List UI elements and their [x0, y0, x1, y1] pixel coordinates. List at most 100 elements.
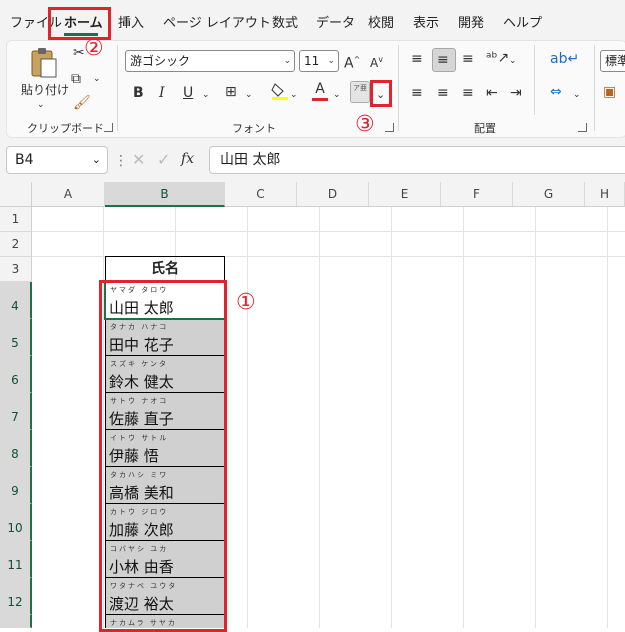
- group-separator: [398, 45, 399, 131]
- decrease-font-size-icon[interactable]: Av: [370, 52, 383, 71]
- decrease-indent-icon[interactable]: ⇤: [486, 85, 498, 101]
- annotation-2: ②: [84, 36, 104, 61]
- borders-icon[interactable]: ⊞: [225, 84, 237, 100]
- italic-button[interactable]: I: [159, 85, 165, 101]
- column-header-e[interactable]: E: [369, 182, 441, 207]
- fill-color-icon[interactable]: [271, 82, 289, 104]
- align-bottom-icon[interactable]: ≡: [462, 51, 474, 67]
- font-color-icon[interactable]: A: [312, 81, 328, 101]
- cancel-icon[interactable]: ✕: [132, 152, 145, 168]
- insert-function-icon[interactable]: fx: [181, 151, 194, 167]
- row-header-5[interactable]: 5: [0, 319, 32, 356]
- orientation-dropdown-icon[interactable]: ⌄: [509, 53, 517, 69]
- tab-review[interactable]: 校閲: [368, 12, 394, 31]
- tab-insert[interactable]: 挿入: [118, 12, 144, 31]
- align-center-icon[interactable]: ≡: [437, 85, 449, 101]
- clipboard-group-label: クリップボード: [27, 122, 104, 135]
- highlight-phonetic-dropdown: [370, 80, 392, 107]
- borders-dropdown-icon[interactable]: ⌄: [245, 87, 253, 103]
- table-header-cell[interactable]: 氏名: [105, 256, 225, 282]
- row-header-11[interactable]: 11: [0, 541, 32, 578]
- bold-button[interactable]: B: [133, 85, 144, 101]
- font-color-letter: A: [315, 81, 325, 97]
- number-format-combo[interactable]: 標準: [600, 50, 625, 72]
- select-all-corner[interactable]: [0, 182, 32, 207]
- format-painter-icon[interactable]: 🖌: [73, 95, 91, 111]
- paste-icon[interactable]: [27, 47, 59, 78]
- row-header-6[interactable]: 6: [0, 356, 32, 393]
- group-separator: [117, 45, 118, 131]
- column-header-c[interactable]: C: [225, 182, 297, 207]
- tab-developer[interactable]: 開発: [458, 12, 484, 31]
- align-middle-button[interactable]: ≡: [432, 48, 456, 72]
- annotation-3: ③: [355, 112, 375, 137]
- tab-help[interactable]: ヘルプ: [503, 12, 542, 31]
- tab-view[interactable]: 表示: [413, 12, 439, 31]
- column-header-h[interactable]: H: [585, 182, 625, 207]
- paste-dropdown-icon[interactable]: ⌄: [37, 97, 45, 113]
- number-format-value: 標準: [605, 54, 625, 68]
- formula-input[interactable]: 山田 太郎: [209, 146, 625, 174]
- row-header-8[interactable]: 8: [0, 430, 32, 467]
- enter-icon[interactable]: ✓: [157, 152, 170, 168]
- currency-format-icon[interactable]: ▣: [603, 84, 616, 100]
- more-dots-icon: ⋮: [114, 153, 128, 169]
- highlight-name-range: [99, 280, 227, 632]
- tab-formulas[interactable]: 数式: [272, 12, 298, 31]
- tab-page-layout[interactable]: ページ レイアウト: [163, 12, 271, 31]
- align-left-icon[interactable]: ≡: [411, 85, 423, 101]
- alignment-group-label: 配置: [474, 122, 496, 135]
- increase-indent-icon[interactable]: ⇥: [510, 85, 522, 101]
- wrap-text-icon[interactable]: ab↵: [550, 51, 579, 67]
- tab-data[interactable]: データ: [316, 12, 355, 31]
- orientation-icon[interactable]: ᵃᵇ↗: [486, 50, 509, 66]
- font-name-combo[interactable]: 游ゴシック ⌄: [125, 50, 295, 72]
- row-header-12[interactable]: 12: [0, 578, 32, 615]
- font-dialog-launcher-icon[interactable]: [385, 123, 394, 132]
- merge-dropdown-icon[interactable]: ⌄: [573, 87, 581, 103]
- chevron-down-icon: ⌄: [283, 56, 291, 66]
- column-header-f[interactable]: F: [441, 182, 513, 207]
- row-header-1[interactable]: 1: [0, 207, 32, 232]
- increase-font-size-icon[interactable]: A^: [344, 52, 360, 72]
- column-header-g[interactable]: G: [513, 182, 585, 207]
- column-header-d[interactable]: D: [297, 182, 369, 207]
- chevron-down-icon[interactable]: ⌄: [92, 147, 101, 173]
- column-header-a[interactable]: A: [32, 182, 105, 207]
- name-box[interactable]: B4 ⌄: [6, 146, 108, 174]
- clipboard-dialog-launcher-icon[interactable]: [104, 123, 113, 132]
- row-header-4[interactable]: 4: [0, 282, 32, 319]
- row-header-3[interactable]: 3: [0, 257, 32, 282]
- group-separator: [594, 45, 595, 131]
- formula-value: 山田 太郎: [220, 152, 281, 168]
- cut-icon[interactable]: ✂: [73, 45, 85, 61]
- alignment-dialog-launcher-icon[interactable]: [578, 123, 587, 132]
- row-header-2[interactable]: 2: [0, 232, 32, 257]
- row-line: [32, 231, 625, 232]
- copy-dropdown-icon[interactable]: ⌄: [93, 71, 101, 87]
- group-separator: [534, 45, 535, 115]
- chevron-down-icon: ⌄: [327, 56, 335, 66]
- name-box-value: B4: [15, 152, 34, 168]
- underline-button[interactable]: U: [183, 85, 193, 101]
- row-header-7[interactable]: 7: [0, 393, 32, 430]
- merge-center-icon[interactable]: ⇔: [550, 84, 562, 100]
- row-header-9[interactable]: 9: [0, 467, 32, 504]
- paste-label[interactable]: 貼り付け: [21, 81, 69, 98]
- font-name-value: 游ゴシック: [130, 54, 191, 68]
- align-top-icon[interactable]: ≡: [411, 51, 423, 67]
- align-middle-icon: ≡: [437, 52, 449, 68]
- phonetic-guide-icon[interactable]: ア亜: [350, 81, 370, 103]
- row-header-10[interactable]: 10: [0, 504, 32, 541]
- font-color-dropdown-icon[interactable]: ⌄: [333, 87, 341, 103]
- fill-color-dropdown-icon[interactable]: ⌄: [290, 87, 298, 103]
- underline-dropdown-icon[interactable]: ⌄: [202, 87, 210, 103]
- align-right-icon[interactable]: ≡: [462, 85, 474, 101]
- copy-icon[interactable]: ⧉: [71, 71, 81, 87]
- font-size-combo[interactable]: 11 ⌄: [299, 50, 339, 72]
- font-group-label: フォント: [232, 122, 276, 135]
- annotation-1: ①: [236, 290, 256, 315]
- row-header-13[interactable]: [0, 615, 32, 628]
- column-header-b[interactable]: B: [105, 182, 225, 207]
- font-color-bar: [312, 98, 328, 101]
